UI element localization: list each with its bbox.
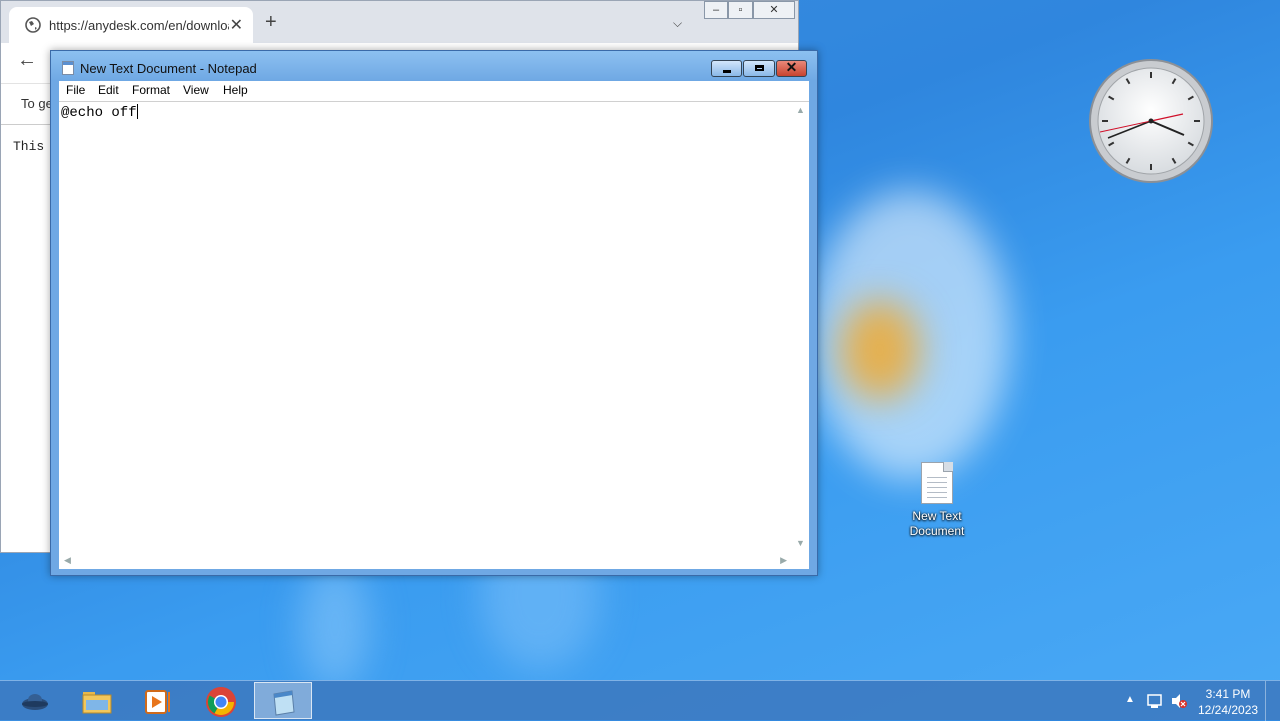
clock-time: 3:41 PM [1205,687,1251,701]
tab-title: https://anydesk.com/en/download [49,18,229,33]
menu-edit[interactable]: Edit [98,83,119,97]
chrome-icon [206,687,236,717]
new-tab-button[interactable]: + [265,12,277,32]
scroll-right-arrow-icon[interactable]: ▶ [780,555,787,566]
editor-content: @echo off [61,104,138,121]
text-caret [136,104,138,119]
taskbar: ▲ 3:41 PM 12/24/2023 [0,680,1280,721]
taskbar-file-explorer-button[interactable] [68,682,126,719]
taskbar-media-player-button[interactable] [128,682,186,719]
wallpaper-flower-center [840,300,920,400]
vertical-scrollbar[interactable]: ▲ ▼ [792,102,809,551]
browser-tabstrip: https://anydesk.com/en/download ✕ + ⌵ – … [1,1,798,43]
close-button[interactable]: ✕ [776,59,807,77]
menu-bar: File Edit Format View Help [59,81,809,101]
taskbar-notepad-button[interactable] [254,682,312,719]
file-explorer-icon [82,692,112,714]
menu-help[interactable]: Help [223,83,248,97]
app-icon [22,694,48,710]
browser-tab[interactable]: https://anydesk.com/en/download ✕ [9,7,253,43]
notepad-window[interactable]: New Text Document - Notepad ✕ File Edit … [50,50,818,576]
editor-text: @echo off [61,105,137,121]
scroll-down-arrow-icon[interactable]: ▼ [796,538,805,548]
maximize-icon [755,65,764,71]
media-player-icon [145,690,170,714]
browser-maximize-button[interactable]: ▫ [728,1,753,19]
menu-view[interactable]: View [183,83,209,97]
scroll-up-arrow-icon[interactable]: ▲ [796,105,805,115]
notepad-icon [273,690,295,716]
action-center-flag-icon[interactable] [1146,692,1164,710]
tab-close-icon[interactable]: ✕ [230,15,243,35]
browser-minimize-button[interactable]: – [704,1,728,19]
show-desktop-button[interactable] [1265,681,1280,721]
minimize-icon [723,70,731,73]
menu-file[interactable]: File [66,83,85,97]
menu-format[interactable]: Format [132,83,170,97]
desktop-icon-label-line1: New Text [912,509,962,523]
text-editor-area[interactable]: @echo off ▲ ▼ ◀ ▶ [59,101,809,569]
horizontal-scrollbar[interactable]: ◀ ▶ [59,552,792,569]
system-clock[interactable]: 3:41 PM 12/24/2023 [1198,686,1258,718]
desktop-icon-label-line2: Document [909,524,965,538]
globe-icon [25,17,41,33]
close-icon: ✕ [785,59,798,75]
desktop-icon-new-text-document[interactable]: New Text Document [898,462,976,539]
browser-close-button[interactable]: ✕ [753,1,795,19]
clock-date: 12/24/2023 [1198,703,1259,717]
notepad-app-icon[interactable] [62,61,74,75]
taskbar-app-button[interactable] [6,682,64,719]
notepad-titlebar[interactable]: New Text Document - Notepad ✕ [51,51,817,81]
text-document-icon [921,462,953,504]
infobar-text: To ge [21,96,53,111]
volume-muted-icon[interactable] [1170,692,1188,710]
taskbar-chrome-button[interactable] [192,682,250,719]
wallpaper-stem [300,560,370,680]
maximize-button[interactable] [743,60,775,77]
show-hidden-icons-chevron-icon[interactable]: ▲ [1125,694,1135,705]
minimize-button[interactable] [711,60,742,77]
desktop-icon-label: New Text Document [898,509,976,539]
back-arrow-icon[interactable]: ← [17,49,37,72]
desktop: https://anydesk.com/en/download ✕ + ⌵ – … [0,0,1280,680]
clock-gadget[interactable] [1088,58,1214,184]
tab-search-chevron-icon[interactable]: ⌵ [673,16,682,31]
scroll-left-arrow-icon[interactable]: ◀ [64,555,71,566]
window-title: New Text Document - Notepad [80,61,257,76]
